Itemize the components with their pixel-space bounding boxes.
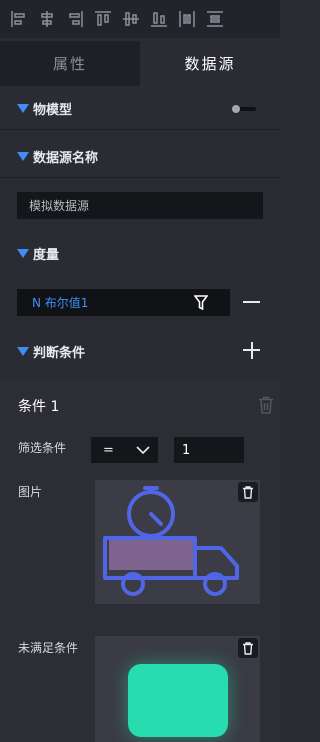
section-source-name-title: 数据源名称 bbox=[33, 151, 99, 166]
add-condition-icon[interactable] bbox=[243, 342, 260, 359]
align-bottom-icon[interactable] bbox=[148, 8, 170, 30]
trash-icon bbox=[243, 641, 253, 655]
section-condition-title: 判断条件 bbox=[33, 345, 86, 361]
toggle-knob bbox=[232, 105, 240, 113]
remove-measure-icon[interactable] bbox=[243, 301, 260, 303]
measure-field-pill[interactable]: N 布尔值1 bbox=[17, 289, 230, 316]
align-top-icon[interactable] bbox=[92, 8, 114, 30]
condition-value-input[interactable]: 1 bbox=[174, 437, 244, 463]
trash-icon bbox=[243, 485, 253, 499]
align-left-icon[interactable] bbox=[8, 8, 30, 30]
section-source-name-header[interactable]: 数据源名称 bbox=[0, 136, 280, 178]
tab-data-source[interactable]: 数据源 bbox=[140, 41, 280, 86]
delete-condition-icon[interactable] bbox=[258, 396, 274, 414]
section-measure-title: 度量 bbox=[33, 247, 60, 263]
operator-value: = bbox=[103, 442, 114, 458]
alignment-toolbar bbox=[0, 0, 280, 38]
filter-icon[interactable] bbox=[194, 295, 208, 311]
measure-field-label: N 布尔值1 bbox=[32, 296, 89, 310]
align-right-icon[interactable] bbox=[64, 8, 86, 30]
align-center-horizontal-icon[interactable] bbox=[36, 8, 58, 30]
green-status-image bbox=[128, 664, 228, 737]
distribute-vertical-icon[interactable] bbox=[204, 8, 226, 30]
delete-unmet-image-button[interactable] bbox=[238, 638, 258, 658]
collapse-triangle-icon bbox=[17, 346, 29, 356]
collapse-triangle-icon bbox=[17, 248, 29, 258]
delete-image-button[interactable] bbox=[238, 482, 258, 502]
distribute-horizontal-icon[interactable] bbox=[176, 8, 198, 30]
operator-select[interactable]: = bbox=[91, 437, 158, 463]
section-model-header[interactable]: 物模型 bbox=[0, 88, 280, 130]
filter-condition-label: 筛选条件 bbox=[18, 441, 67, 455]
collapse-triangle-icon bbox=[17, 152, 29, 161]
condition-image-box[interactable] bbox=[95, 480, 260, 604]
align-middle-vertical-icon[interactable] bbox=[120, 8, 142, 30]
section-measure-header[interactable]: 度量 bbox=[0, 232, 280, 274]
data-source-name-field[interactable]: 模拟数据源 bbox=[17, 192, 263, 219]
tab-properties[interactable]: 属性 bbox=[0, 41, 140, 86]
chevron-down-icon bbox=[136, 446, 150, 455]
unmet-image-box[interactable] bbox=[95, 636, 260, 742]
panel-tabs: 属性 数据源 bbox=[0, 41, 280, 86]
condition-title: 条件 1 bbox=[18, 399, 60, 415]
model-toggle-switch[interactable] bbox=[232, 105, 256, 113]
section-condition-header[interactable]: 判断条件 bbox=[0, 330, 280, 372]
section-model-title: 物模型 bbox=[33, 103, 73, 118]
delivery-truck-image bbox=[95, 480, 260, 604]
image-label: 图片 bbox=[18, 485, 43, 499]
unmet-condition-label: 未满足条件 bbox=[18, 641, 79, 655]
collapse-triangle-icon bbox=[17, 104, 29, 113]
